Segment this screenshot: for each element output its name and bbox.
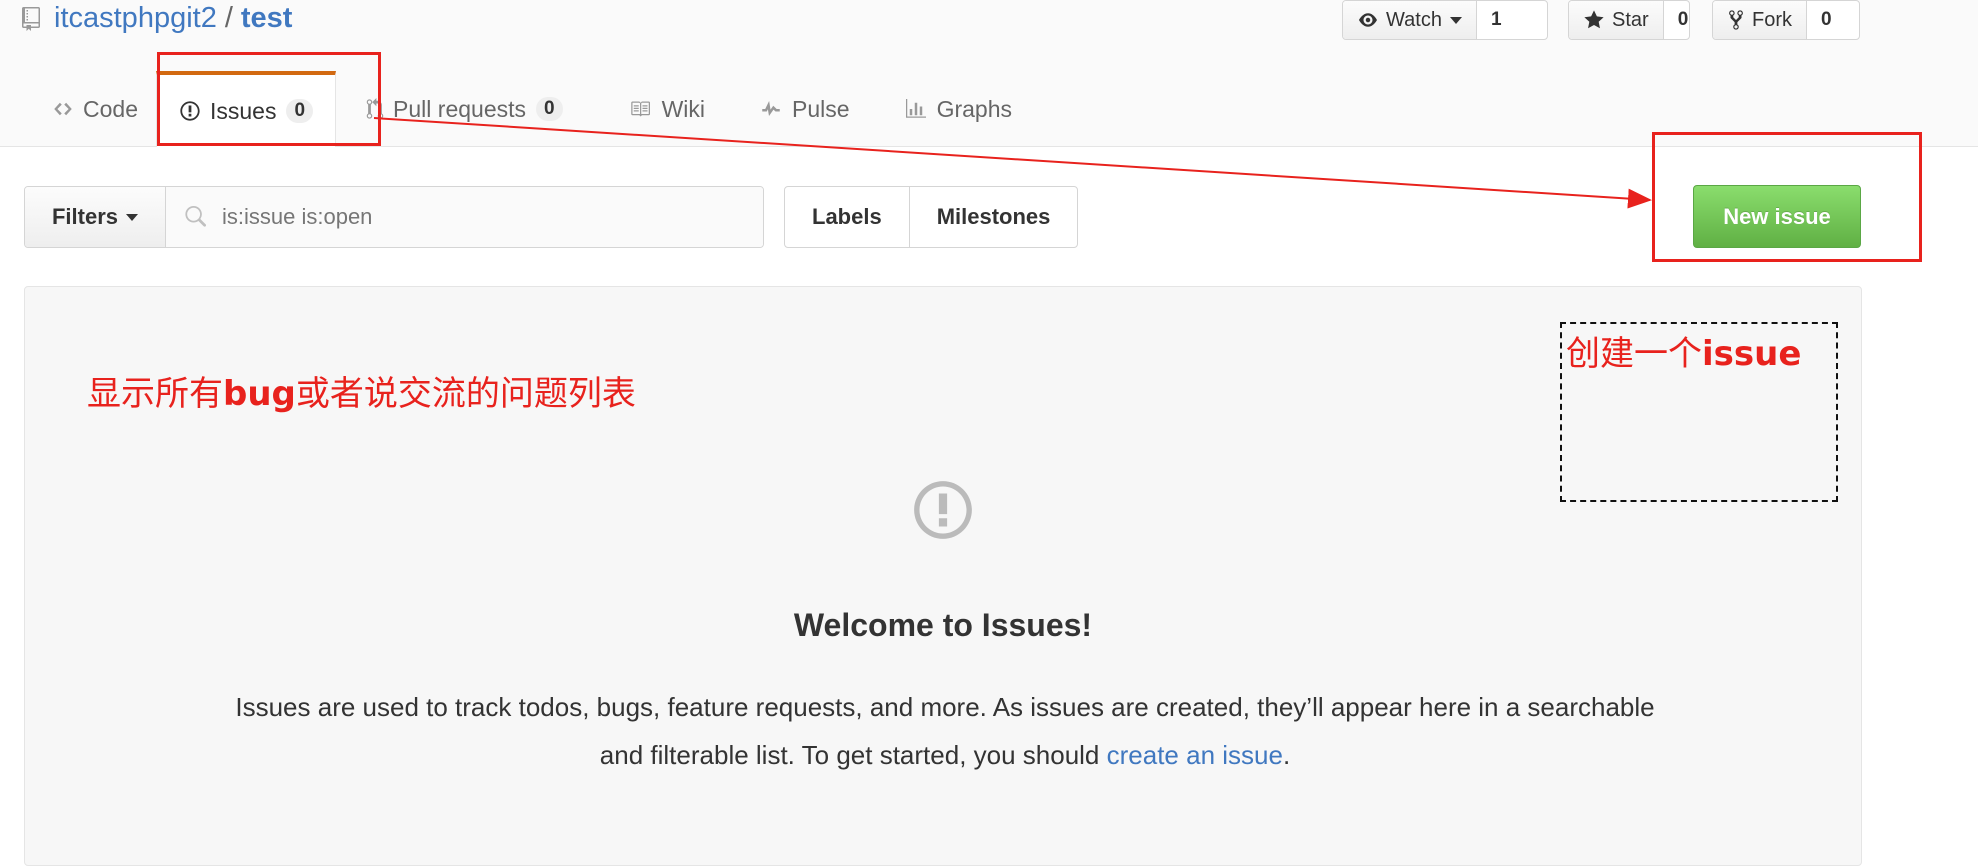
annotation-note-create-issue-bold: issue: [1702, 334, 1802, 374]
repo-name-link[interactable]: test: [241, 2, 293, 35]
search-icon: [185, 206, 206, 227]
annotation-box-issues-tab: [157, 52, 381, 146]
watch-button-group: Watch 1: [1342, 0, 1548, 40]
pull-requests-counter: 0: [536, 97, 563, 121]
book-icon: [630, 101, 650, 117]
tab-pull-requests-label: Pull requests: [393, 95, 527, 122]
filters-dropdown-button[interactable]: Filters: [25, 187, 166, 247]
fork-label: Fork: [1752, 8, 1792, 31]
repo-title: itcastphpgit2 / test: [22, 0, 292, 36]
blankslate-title: Welcome to Issues!: [793, 607, 1093, 643]
tab-pull-requests[interactable]: Pull requests 0: [348, 72, 581, 146]
annotation-note-issue-list-prefix: 显示所有: [87, 374, 223, 414]
tab-graphs[interactable]: Graphs: [886, 72, 1030, 146]
fork-button[interactable]: Fork: [1713, 1, 1807, 39]
issues-filter-bar: Filters: [24, 186, 764, 248]
repo-separator: /: [224, 1, 233, 34]
blankslate-text-suffix: .: [1282, 740, 1291, 770]
star-icon: [1584, 10, 1604, 29]
blankslate-text-prefix: and filterable list. To get started, you…: [599, 740, 1107, 770]
annotation-note-issue-list: 显示所有bug或者说交流的问题列表: [87, 366, 636, 415]
tab-code[interactable]: Code: [34, 72, 156, 146]
watch-button[interactable]: Watch: [1343, 1, 1477, 39]
annotation-note-create-issue: 创建一个issue: [1566, 326, 1801, 375]
blankslate-text-line2: and filterable list. To get started, you…: [125, 731, 1765, 779]
watch-label: Watch: [1386, 8, 1442, 31]
graph-icon: [905, 99, 926, 118]
star-count[interactable]: 0: [1664, 1, 1689, 39]
eye-icon: [1359, 13, 1377, 27]
milestones-button[interactable]: Milestones: [908, 187, 1078, 247]
chevron-down-icon: [126, 213, 139, 221]
tab-pulse-label: Pulse: [792, 95, 850, 122]
tab-pulse[interactable]: Pulse: [741, 72, 868, 146]
filters-label: Filters: [51, 204, 119, 229]
blankslate-text-line1: Issues are used to track todos, bugs, fe…: [235, 692, 1655, 722]
repo-owner-link[interactable]: itcastphpgit2: [54, 2, 217, 35]
issues-search: [166, 187, 763, 247]
annotation-note-issue-list-suffix: 或者说交流的问题列表: [295, 374, 636, 414]
tab-wiki-label: Wiki: [661, 95, 706, 122]
repo-icon: [22, 6, 40, 31]
star-button[interactable]: Star: [1569, 1, 1664, 39]
star-button-group: Star 0: [1568, 0, 1690, 40]
repo-forked-icon: [1729, 10, 1743, 30]
blankslate-description: Issues are used to track todos, bugs, fe…: [125, 683, 1765, 779]
chevron-down-icon: [1449, 16, 1462, 24]
annotation-note-issue-list-bold: bug: [223, 374, 296, 414]
labels-milestones-group: Labels Milestones: [784, 186, 1079, 248]
annotation-note-create-issue-prefix: 创建一个: [1566, 334, 1702, 374]
star-label: Star: [1612, 8, 1649, 31]
labels-button[interactable]: Labels: [785, 187, 909, 247]
tab-graphs-label: Graphs: [936, 95, 1013, 122]
pulse-icon: [762, 101, 780, 116]
tab-code-label: Code: [83, 95, 138, 122]
annotation-box-new-issue: [1652, 132, 1922, 262]
code-icon: [54, 102, 72, 116]
watch-count[interactable]: 1: [1477, 1, 1516, 39]
issues-search-input[interactable]: [220, 203, 744, 231]
fork-button-group: Fork 0: [1712, 0, 1860, 40]
tab-wiki[interactable]: Wiki: [609, 72, 723, 146]
fork-count[interactable]: 0: [1807, 1, 1846, 39]
create-issue-link[interactable]: create an issue: [1107, 740, 1283, 770]
